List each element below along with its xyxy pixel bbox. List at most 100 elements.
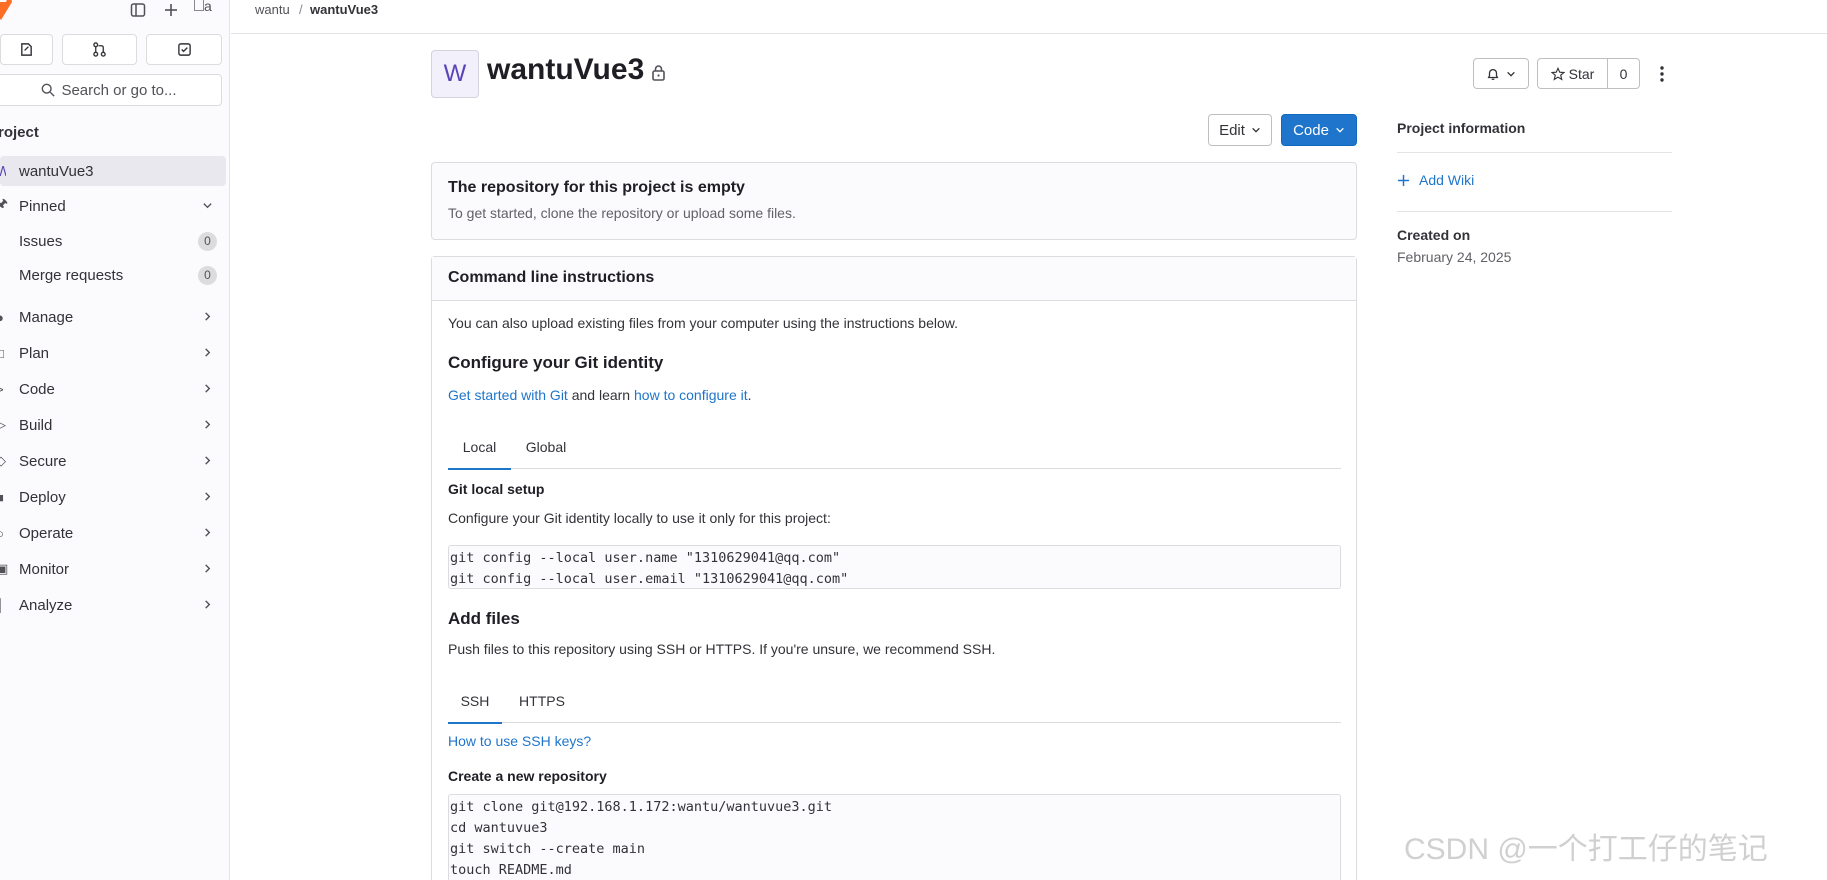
chevron-down-icon <box>1336 127 1344 133</box>
sidebar-item-label: Secure <box>19 452 67 470</box>
breadcrumb: wantu / wantuVue3 <box>231 0 1827 34</box>
star-icon <box>1550 66 1565 81</box>
tab-global[interactable]: Global <box>511 425 581 469</box>
sidebar-item-merge-requests[interactable]: Merge requests 0 <box>0 260 226 290</box>
sidebar-item-label: Issues <box>19 232 63 250</box>
card-header: Command line instructions <box>432 257 1356 301</box>
sidebar-item-label: Pinned <box>19 197 66 215</box>
tab-ssh[interactable]: SSH <box>448 679 502 724</box>
deploy-icon: ■ <box>0 490 8 505</box>
left-sidebar: a Search or go to... roject W wantuVue3 … <box>0 0 230 880</box>
project-avatar: W <box>431 50 479 98</box>
more-actions-kebab-icon[interactable] <box>1655 60 1669 88</box>
search-input[interactable]: Search or go to... <box>0 74 222 106</box>
notification-settings-button[interactable] <box>1473 58 1529 89</box>
code-dropdown-button[interactable]: Code <box>1281 114 1357 146</box>
lock-icon <box>652 65 665 81</box>
star-button[interactable]: Star <box>1538 59 1608 88</box>
cloud-icon: ○ <box>0 526 8 541</box>
chart-icon: ▌ <box>0 597 6 613</box>
chevron-right-icon <box>202 310 213 325</box>
sidebar-item-operate[interactable]: ○ Operate <box>0 518 226 548</box>
new-repository-code-block[interactable]: git clone git@192.168.1.172:wantu/wantuv… <box>448 794 1341 880</box>
breadcrumb-group-link[interactable]: wantu <box>255 2 290 17</box>
sidebar-section-title: roject <box>0 124 39 141</box>
chevron-down-icon <box>202 199 213 214</box>
sidebar-item-project[interactable]: W wantuVue3 <box>0 156 226 186</box>
project-information-title: Project information <box>1397 120 1526 136</box>
sidebar-item-label: Deploy <box>19 488 66 506</box>
created-on-label: Created on <box>1397 227 1471 243</box>
users-icon: ● <box>0 310 8 325</box>
sidebar-item-code[interactable]: > Code <box>0 374 226 404</box>
sidebar-toggle-icon[interactable] <box>128 0 148 20</box>
empty-repository-subtitle: To get started, clone the repository or … <box>448 205 796 221</box>
identity-heading: Configure your Git identity <box>448 353 664 372</box>
configure-link[interactable]: how to configure it <box>634 387 748 403</box>
sidebar-item-label: Build <box>19 416 53 434</box>
add-wiki-label: Add Wiki <box>1419 172 1475 188</box>
tab-local[interactable]: Local <box>448 425 511 470</box>
chevron-right-icon <box>202 346 213 361</box>
tab-label: SSH <box>460 693 490 709</box>
breadcrumb-project-link[interactable]: wantuVue3 <box>310 2 378 17</box>
merge-requests-button[interactable] <box>61 34 138 65</box>
todo-check-icon <box>177 43 191 56</box>
sidebar-item-build[interactable]: ▷ Build <box>0 410 226 440</box>
sidebar-item-issues[interactable]: Issues 0 <box>0 226 226 256</box>
shield-icon: ◇ <box>0 453 6 468</box>
ssh-keys-help-link[interactable]: How to use SSH keys? <box>448 733 591 749</box>
plus-icon <box>1397 174 1410 186</box>
sidebar-item-deploy[interactable]: ■ Deploy <box>0 482 226 512</box>
identity-help-text: Get started with Git and learn how to co… <box>448 387 752 403</box>
tab-label: HTTPS <box>519 693 565 709</box>
chevron-right-icon <box>202 418 213 433</box>
chevron-down-icon <box>1507 71 1515 77</box>
gitlab-logo-icon[interactable] <box>0 0 12 20</box>
project-letter-avatar: W <box>0 163 6 180</box>
search-icon <box>42 83 56 97</box>
rocket-icon: ▷ <box>0 417 6 432</box>
chevron-right-icon <box>202 382 213 397</box>
avatar-alt-text: a <box>204 0 212 14</box>
empty-repository-title: The repository for this project is empty <box>448 179 745 196</box>
tab-https[interactable]: HTTPS <box>502 679 582 723</box>
sidebar-item-monitor[interactable]: ▣ Monitor <box>0 554 226 584</box>
assigned-issues-button[interactable] <box>0 34 53 65</box>
edit-label: Edit <box>1219 121 1245 139</box>
chevron-down-icon <box>1252 127 1260 133</box>
sidebar-item-manage[interactable]: ● Manage <box>0 302 226 332</box>
sidebar-item-secure[interactable]: ◇ Secure <box>0 446 226 476</box>
local-setup-description: Configure your Git identity locally to u… <box>448 510 831 526</box>
sidebar-item-analyze[interactable]: ▌ Analyze <box>0 590 226 620</box>
star-count-link[interactable]: 0 <box>1608 59 1639 88</box>
chevron-right-icon <box>202 598 213 613</box>
command-line-instructions-card: Command line instructions You can also u… <box>431 256 1357 880</box>
user-avatar[interactable]: a <box>194 0 218 18</box>
merge-request-icon <box>93 42 106 57</box>
add-files-description: Push files to this repository using SSH … <box>448 641 996 657</box>
empty-repository-alert: The repository for this project is empty… <box>431 162 1357 240</box>
sidebar-item-pinned[interactable]: 🖈 Pinned <box>0 191 226 221</box>
cli-intro: You can also upload existing files from … <box>448 315 958 331</box>
add-wiki-link[interactable]: Add Wiki <box>1397 172 1474 188</box>
todo-list-button[interactable] <box>146 34 222 65</box>
chevron-right-icon <box>202 562 213 577</box>
identity-tabs: Local Global <box>448 425 1341 470</box>
plan-icon: □ <box>0 346 8 361</box>
count-badge: 0 <box>198 231 217 251</box>
edit-dropdown-button[interactable]: Edit <box>1208 114 1272 146</box>
pin-icon: 🖈 <box>0 196 8 211</box>
local-config-code-block[interactable]: git config --local user.name "1310629041… <box>448 545 1341 589</box>
sidebar-item-plan[interactable]: □ Plan <box>0 338 226 368</box>
code-icon: > <box>0 382 8 397</box>
divider <box>1397 211 1672 212</box>
sidebar-item-label: Merge requests <box>19 266 124 284</box>
create-new-plus-icon[interactable] <box>161 0 181 20</box>
star-label: Star <box>1568 65 1595 82</box>
sidebar-item-label: Operate <box>19 524 74 542</box>
get-started-link[interactable]: Get started with Git <box>448 387 568 403</box>
sidebar-item-label: Plan <box>19 344 50 362</box>
sidebar-item-label: Manage <box>19 308 74 326</box>
issues-icon <box>21 43 32 56</box>
